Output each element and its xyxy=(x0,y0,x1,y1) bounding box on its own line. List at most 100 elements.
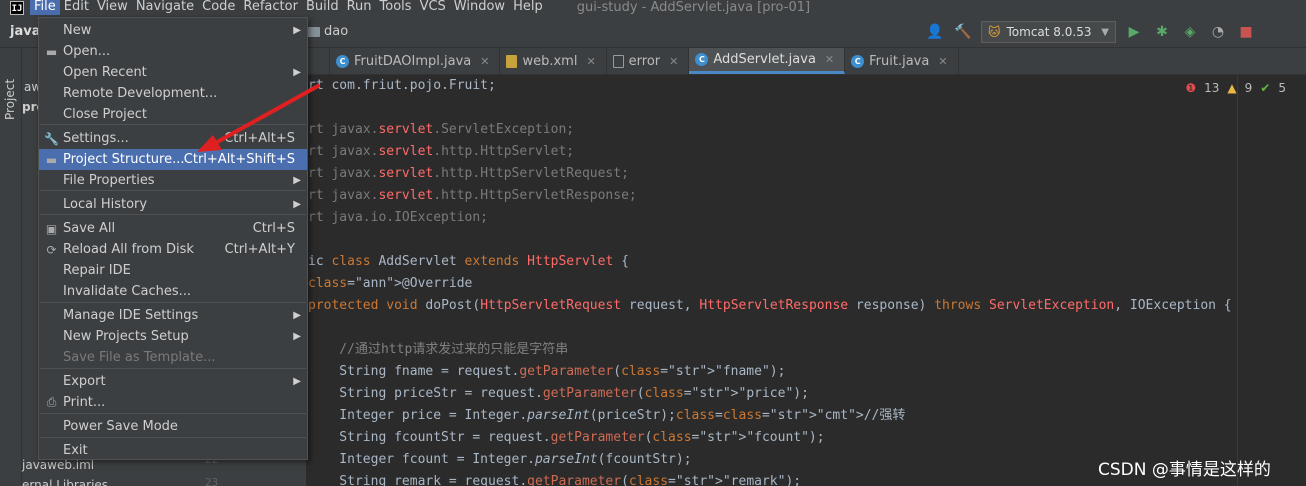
menu-item-reload-all-from-disk[interactable]: ⟳ Reload All from Disk Ctrl+Alt+Y xyxy=(39,239,307,260)
menu-file[interactable]: File xyxy=(30,0,60,15)
menu-item-label: Save All xyxy=(63,221,116,236)
close-icon[interactable]: ✕ xyxy=(586,55,595,68)
breadcrumb-dao[interactable]: dao xyxy=(306,24,348,39)
submenu-arrow-icon: ▶ xyxy=(293,175,301,186)
menu-navigate[interactable]: Navigate xyxy=(132,0,198,15)
menu-item-label: Invalidate Caches... xyxy=(63,284,192,299)
menu-item-export[interactable]: Export ▶ xyxy=(39,371,307,392)
menu-item-settings[interactable]: 🔧 Settings... Ctrl+Alt+S xyxy=(39,128,307,149)
menu-separator xyxy=(40,368,306,369)
tab-label: AddServlet.java xyxy=(713,52,816,67)
run-toolbar: 👤 🔨 🐱 Tomcat 8.0.53 ▼ ▶ ✱ ◈ ◔ ■ xyxy=(925,20,1256,44)
code-editor[interactable]: ❶ 13 ▲ 9 ✔ 5 rt com.friut.pojo.Fruit; rt… xyxy=(306,75,1306,486)
tab-web-xml[interactable]: web.xml ✕ xyxy=(500,48,607,74)
menu-item-power-save-mode[interactable]: Power Save Mode xyxy=(39,416,307,437)
menu-separator xyxy=(40,437,306,438)
code-line: Integer price = Integer.parseInt(priceSt… xyxy=(308,408,906,423)
build-hammer-icon[interactable]: 🔨 xyxy=(953,22,973,42)
submenu-arrow-icon: ▶ xyxy=(293,310,301,321)
coverage-icon[interactable]: ◈ xyxy=(1180,22,1200,42)
tab-addservlet[interactable]: C AddServlet.java ✕ xyxy=(689,48,846,74)
intellij-logo-icon: IJ xyxy=(10,0,24,15)
menu-code[interactable]: Code xyxy=(198,0,239,15)
class-icon: C xyxy=(336,54,349,68)
menu-item-label: Reload All from Disk xyxy=(63,242,194,257)
menu-item-print[interactable]: ⎙ Print... xyxy=(39,392,307,413)
tab-hidden[interactable] xyxy=(306,48,330,74)
stop-icon[interactable]: ■ xyxy=(1236,22,1256,42)
submenu-arrow-icon: ▶ xyxy=(293,376,301,387)
menu-tools[interactable]: Tools xyxy=(376,0,416,15)
class-icon: C xyxy=(695,53,709,66)
menu-build[interactable]: Build xyxy=(302,0,343,15)
menu-item-manage-ide-settings[interactable]: Manage IDE Settings ▶ xyxy=(39,305,307,326)
tab-label: Fruit.java xyxy=(869,53,930,69)
menu-vcs[interactable]: VCS xyxy=(416,0,450,15)
menu-refactor[interactable]: Refactor xyxy=(239,0,302,15)
wrench-icon: 🔧 xyxy=(44,131,59,146)
menu-window[interactable]: Window xyxy=(450,0,509,15)
menu-edit[interactable]: Edit xyxy=(60,0,93,15)
tab-label: error xyxy=(628,53,661,69)
code-line: rt java.io.IOException; xyxy=(308,210,489,225)
menu-item-exit[interactable]: Exit xyxy=(39,440,307,461)
profile-icon[interactable]: ◔ xyxy=(1208,22,1228,42)
menu-item-save-all[interactable]: ▣ Save All Ctrl+S xyxy=(39,218,307,239)
menu-item-label: New Projects Setup xyxy=(63,329,189,344)
save-icon: ▣ xyxy=(45,221,58,236)
menu-item-repair-ide[interactable]: Repair IDE xyxy=(39,260,307,281)
menu-item-open[interactable]: ▬ Open... xyxy=(39,41,307,62)
menu-run[interactable]: Run xyxy=(343,0,376,15)
ide-window: IJ File Edit View Navigate Code Refactor… xyxy=(0,0,1306,486)
file-menu: New ▶ ▬ Open... Open Recent ▶ Remote Developme… xyxy=(38,17,308,460)
menu-item-label: Power Save Mode xyxy=(63,419,178,434)
warning-count: 9 xyxy=(1244,81,1253,95)
menu-item-new-projects-setup[interactable]: New Projects Setup ▶ xyxy=(39,326,307,347)
menu-item-invalidate-caches[interactable]: Invalidate Caches... xyxy=(39,281,307,302)
submenu-arrow-icon: ▶ xyxy=(293,25,301,36)
menu-bar: IJ File Edit View Navigate Code Refactor… xyxy=(0,0,1306,15)
menu-item-close-project[interactable]: Close Project xyxy=(39,104,307,125)
tree-item[interactable]: ernal Libraries xyxy=(22,476,306,486)
xml-icon xyxy=(506,54,518,68)
run-icon[interactable]: ▶ xyxy=(1124,22,1144,42)
close-icon[interactable]: ✕ xyxy=(938,55,947,68)
chevron-down-icon: ▼ xyxy=(1101,26,1109,38)
code-line: rt javax.servlet.ServletException; xyxy=(308,122,575,137)
project-tool-window-button[interactable]: Project xyxy=(3,79,17,120)
editor-right-margin xyxy=(1237,75,1238,486)
menu-item-label: Manage IDE Settings xyxy=(63,308,199,323)
menu-view[interactable]: View xyxy=(93,0,132,15)
close-icon[interactable]: ✕ xyxy=(480,55,489,68)
menu-item-project-structure[interactable]: ▬ Project Structure... Ctrl+Alt+Shift+S xyxy=(39,149,307,170)
line-number: 23 xyxy=(205,476,219,486)
close-icon[interactable]: ✕ xyxy=(825,53,834,66)
code-line: ic class AddServlet extends HttpServlet … xyxy=(308,254,629,269)
menu-item-remote-development[interactable]: Remote Development... xyxy=(39,83,307,104)
tab-fruitdaoimpl[interactable]: C FruitDAOImpl.java ✕ xyxy=(330,48,501,74)
code-line: String fname = request.getParameter(clas… xyxy=(308,364,786,379)
code-line: Integer fcount = Integer.parseInt(fcount… xyxy=(308,452,692,467)
debug-icon[interactable]: ✱ xyxy=(1152,22,1172,42)
menu-item-new[interactable]: New ▶ xyxy=(39,20,307,41)
user-icon[interactable]: 👤 xyxy=(925,22,945,42)
menu-help[interactable]: Help xyxy=(509,0,547,15)
submenu-arrow-icon: ▶ xyxy=(293,199,301,210)
tab-fruit[interactable]: C Fruit.java ✕ xyxy=(845,48,959,74)
menu-item-local-history[interactable]: Local History ▶ xyxy=(39,194,307,215)
menu-item-shortcut: Ctrl+Alt+Y xyxy=(224,242,295,257)
menu-separator xyxy=(40,190,306,191)
ok-count-icon: ✔ xyxy=(1260,81,1271,95)
close-icon[interactable]: ✕ xyxy=(669,55,678,68)
menu-item-label: Repair IDE xyxy=(63,263,131,278)
menu-item-label: Local History xyxy=(63,197,148,212)
run-configuration-select[interactable]: 🐱 Tomcat 8.0.53 ▼ xyxy=(981,21,1116,43)
left-tool-strip: Project xyxy=(0,48,22,486)
menu-item-file-properties[interactable]: File Properties ▶ xyxy=(39,170,307,191)
menu-item-open-recent[interactable]: Open Recent ▶ xyxy=(39,62,307,83)
reload-icon: ⟳ xyxy=(46,242,57,257)
tab-error[interactable]: error ✕ xyxy=(607,48,690,74)
code-line: rt com.friut.pojo.Fruit; xyxy=(308,78,496,93)
